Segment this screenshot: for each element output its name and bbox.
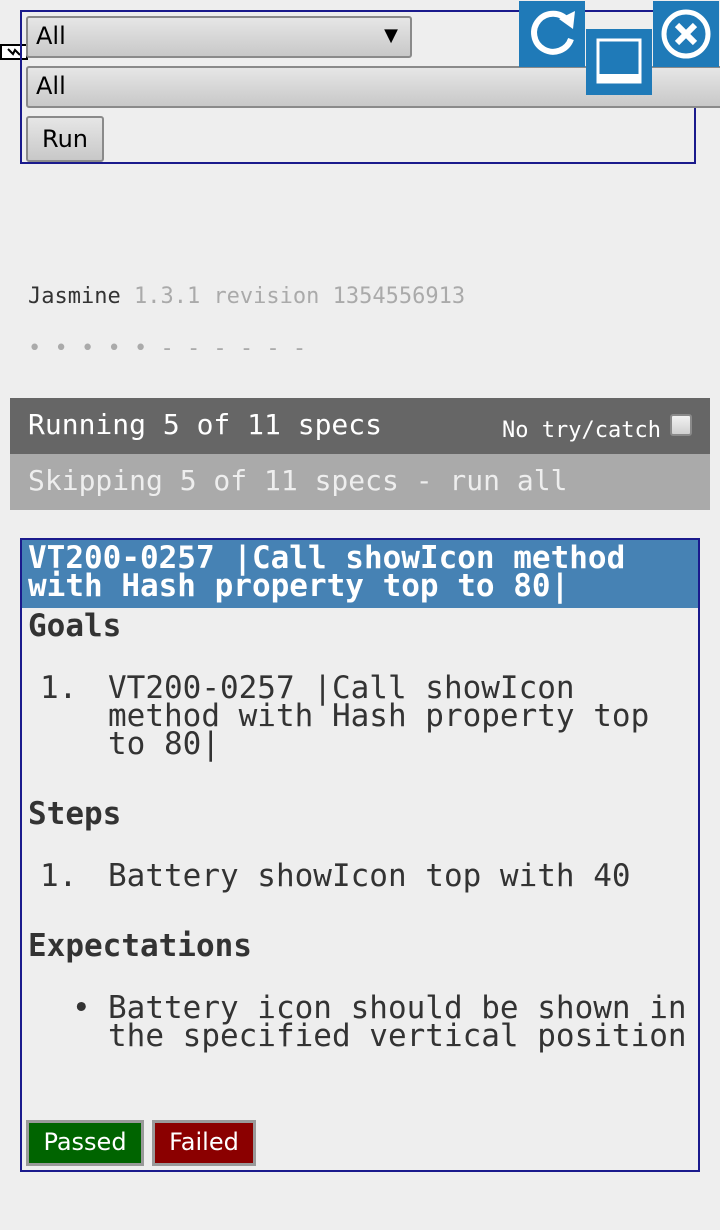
minimize-icon [596, 38, 642, 84]
no-try-catch-checkbox[interactable] [670, 414, 692, 436]
banner-title: Jasmine [28, 284, 121, 309]
close-icon [661, 9, 711, 59]
chevron-down-icon: ▼ [384, 25, 398, 46]
suite-select[interactable]: All ▼ [26, 16, 412, 58]
list-marker: 1. [40, 670, 78, 706]
reload-icon [531, 10, 575, 55]
failed-button[interactable]: Failed [152, 1120, 256, 1166]
test-case-title: VT200-0257 |Call showIcon method with Ha… [22, 540, 698, 608]
run-button[interactable]: Run [26, 116, 104, 162]
list-marker: 1. [40, 858, 78, 894]
steps-heading: Steps [28, 796, 122, 832]
spec-select-value: All [36, 72, 66, 100]
no-try-catch-label: No try/catch [502, 418, 661, 443]
skipping-label-run-all-link[interactable]: Skipping 5 of 11 specs - run all [28, 464, 567, 497]
close-button[interactable] [653, 1, 719, 67]
expectation-text: Battery icon should be shown in the spec… [108, 990, 687, 1054]
running-alert-bar: Running 5 of 11 specs No try/catch [10, 398, 710, 454]
symbol-summary: • • • • • - - - - - - [28, 336, 307, 361]
step-text: Battery showIcon top with 40 [108, 858, 631, 894]
minimize-button[interactable] [586, 29, 652, 95]
passed-button[interactable]: Passed [26, 1120, 144, 1166]
goals-heading: Goals [28, 608, 122, 644]
test-case-panel [20, 538, 700, 1172]
banner-version: 1.3.1 revision 1354556913 [133, 284, 466, 309]
jasmine-banner: Jasmine 1.3.1 revision 1354556913 [28, 284, 465, 309]
expectations-heading: Expectations [28, 928, 252, 964]
reload-button[interactable] [519, 1, 585, 67]
goal-text: VT200-0257 |Call showIcon method with Ha… [108, 670, 650, 762]
skipping-alert-bar[interactable]: Skipping 5 of 11 specs - run all [10, 454, 710, 510]
running-label: Running 5 of 11 specs [28, 408, 383, 441]
suite-select-value: All [36, 22, 66, 50]
